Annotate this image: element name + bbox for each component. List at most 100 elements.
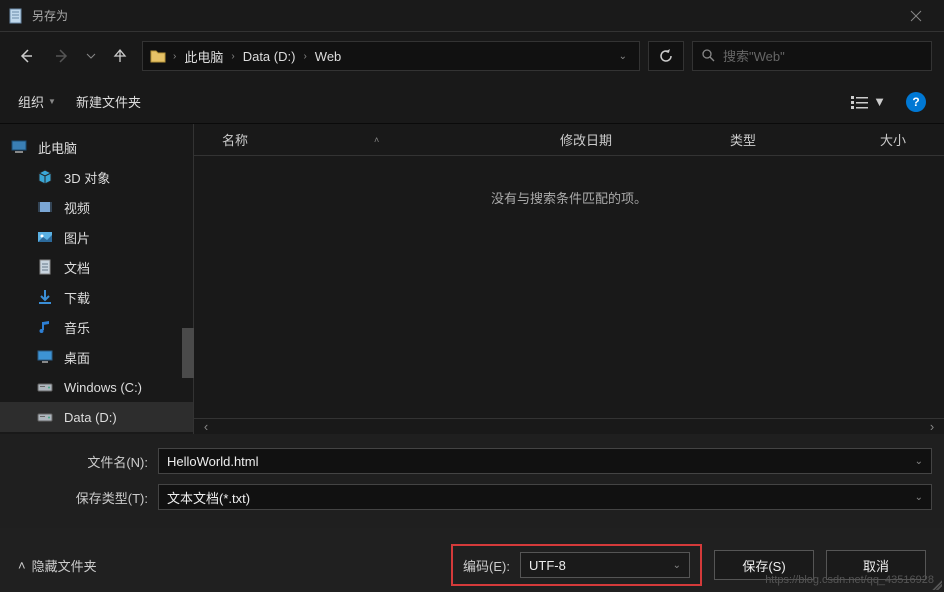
filename-input[interactable]: HelloWorld.html ⌄ <box>158 448 932 474</box>
sidebar-item[interactable]: 下载 <box>0 282 193 312</box>
col-name-label: 名称 <box>222 130 248 149</box>
sidebar-item[interactable]: 图片 <box>0 222 193 252</box>
video-icon <box>36 198 54 216</box>
cancel-label: 取消 <box>863 556 889 575</box>
sidebar-item-label: Windows (C:) <box>64 380 142 395</box>
scroll-left-icon[interactable]: ‹ <box>198 419 214 434</box>
breadcrumb-item[interactable]: 此电脑 <box>182 45 225 68</box>
horizontal-scrollbar[interactable]: ‹ › <box>194 418 944 434</box>
col-name[interactable]: 名称 ˄ <box>194 130 544 149</box>
doc-icon <box>36 258 54 276</box>
resize-grip[interactable] <box>930 578 942 590</box>
download-icon <box>36 288 54 306</box>
sidebar-scrollbar-thumb[interactable] <box>182 328 194 378</box>
sort-indicator-icon: ˄ <box>374 135 379 145</box>
filetype-row: 保存类型(T): 文本文档(*.txt) ⌄ <box>12 484 932 510</box>
breadcrumb-item[interactable]: Web <box>313 47 344 66</box>
sidebar-item[interactable]: 文档 <box>0 252 193 282</box>
col-type[interactable]: 类型 <box>714 130 864 149</box>
image-icon <box>36 228 54 246</box>
search-input[interactable] <box>723 49 923 64</box>
desktop-icon <box>36 348 54 366</box>
col-date-label: 修改日期 <box>560 130 612 149</box>
sidebar-item[interactable]: 音乐 <box>0 312 193 342</box>
sidebar: 此电脑 3D 对象视频图片文档下载音乐桌面 Windows (C:) Data (D… <box>0 124 194 434</box>
address-dropdown[interactable]: ⌄ <box>613 51 633 62</box>
col-date[interactable]: 修改日期 <box>544 130 714 149</box>
forward-button[interactable] <box>48 42 76 70</box>
sidebar-item[interactable]: Data (D:) <box>0 402 193 432</box>
chevron-down-icon[interactable]: ⌄ <box>673 560 681 571</box>
sidebar-item-label: 视频 <box>64 198 90 217</box>
filetype-label: 保存类型(T): <box>12 488 158 507</box>
titlebar: 另存为 <box>0 0 944 32</box>
new-folder-button[interactable]: 新建文件夹 <box>76 92 141 111</box>
sidebar-item[interactable]: 视频 <box>0 192 193 222</box>
sidebar-item-label: 音乐 <box>64 318 90 337</box>
encoding-select[interactable]: UTF-8 ⌄ <box>520 552 690 578</box>
drive-icon <box>36 408 54 426</box>
chevron-down-icon: ▼ <box>48 97 56 106</box>
filename-value: HelloWorld.html <box>167 454 259 469</box>
chevron-down-icon: ▼ <box>873 94 886 109</box>
col-size[interactable]: 大小 <box>864 130 944 149</box>
folder-icon <box>149 47 167 65</box>
view-options-button[interactable]: ▼ <box>851 94 886 109</box>
list-view-icon <box>851 95 869 109</box>
filename-row: 文件名(N): HelloWorld.html ⌄ <box>12 448 932 474</box>
recent-dropdown[interactable] <box>84 42 98 70</box>
new-folder-label: 新建文件夹 <box>76 92 141 111</box>
breadcrumb-item[interactable]: Data (D:) <box>241 47 298 66</box>
filetype-select[interactable]: 文本文档(*.txt) ⌄ <box>158 484 932 510</box>
save-label: 保存(S) <box>742 556 785 575</box>
chevron-down-icon[interactable]: ⌄ <box>915 492 923 503</box>
main-area: 此电脑 3D 对象视频图片文档下载音乐桌面 Windows (C:) Data (D… <box>0 124 944 434</box>
sidebar-item-label: Data (D:) <box>64 410 117 425</box>
encoding-group: 编码(E): UTF-8 ⌄ <box>451 544 702 586</box>
sidebar-item[interactable]: 桌面 <box>0 342 193 372</box>
back-button[interactable] <box>12 42 40 70</box>
file-area: 名称 ˄ 修改日期 类型 大小 没有与搜索条件匹配的项。 ‹ › <box>194 124 944 434</box>
window-title: 另存为 <box>32 7 896 24</box>
chevron-right-icon[interactable]: › <box>303 51 306 62</box>
organize-menu[interactable]: 组织 ▼ <box>18 92 56 111</box>
sidebar-root-thispc[interactable]: 此电脑 <box>0 132 193 162</box>
cube-icon <box>36 168 54 186</box>
chevron-right-icon[interactable]: › <box>231 51 234 62</box>
filename-label: 文件名(N): <box>12 452 158 471</box>
help-button[interactable]: ? <box>906 92 926 112</box>
watermark: https://blog.csdn.net/qq_43516928 <box>765 574 934 586</box>
sidebar-item-label: 图片 <box>64 228 90 247</box>
refresh-button[interactable] <box>648 41 684 71</box>
chevron-up-icon: ˄ <box>18 558 26 573</box>
chevron-down-icon[interactable]: ⌄ <box>915 456 923 467</box>
sidebar-item-label: 下载 <box>64 288 90 307</box>
sidebar-item-label: 桌面 <box>64 348 90 367</box>
file-inputs: 文件名(N): HelloWorld.html ⌄ 保存类型(T): 文本文档(… <box>0 434 944 528</box>
organize-label: 组织 <box>18 92 44 111</box>
nav-bar: › 此电脑 › Data (D:) › Web ⌄ <box>0 32 944 80</box>
search-icon <box>701 48 715 65</box>
up-button[interactable] <box>106 42 134 70</box>
sidebar-root-label: 此电脑 <box>38 138 77 157</box>
filetype-value: 文本文档(*.txt) <box>167 488 250 507</box>
sidebar-item-label: 3D 对象 <box>64 168 110 187</box>
close-button[interactable] <box>896 1 936 31</box>
sidebar-item[interactable]: 3D 对象 <box>0 162 193 192</box>
notepad-icon <box>8 8 24 24</box>
sidebar-item-label: 文档 <box>64 258 90 277</box>
sidebar-item[interactable]: Windows (C:) <box>0 372 193 402</box>
address-bar[interactable]: › 此电脑 › Data (D:) › Web ⌄ <box>142 41 640 71</box>
scroll-right-icon[interactable]: › <box>924 419 940 434</box>
music-icon <box>36 318 54 336</box>
toolbar: 组织 ▼ 新建文件夹 ▼ ? <box>0 80 944 124</box>
col-type-label: 类型 <box>730 130 756 149</box>
column-headers: 名称 ˄ 修改日期 类型 大小 <box>194 124 944 156</box>
encoding-label: 编码(E): <box>463 556 510 575</box>
chevron-right-icon[interactable]: › <box>173 51 176 62</box>
empty-message: 没有与搜索条件匹配的项。 <box>194 188 944 207</box>
hide-folders-toggle[interactable]: ˄ 隐藏文件夹 <box>18 556 97 575</box>
encoding-value: UTF-8 <box>529 558 566 573</box>
search-box[interactable] <box>692 41 932 71</box>
col-size-label: 大小 <box>880 130 906 149</box>
